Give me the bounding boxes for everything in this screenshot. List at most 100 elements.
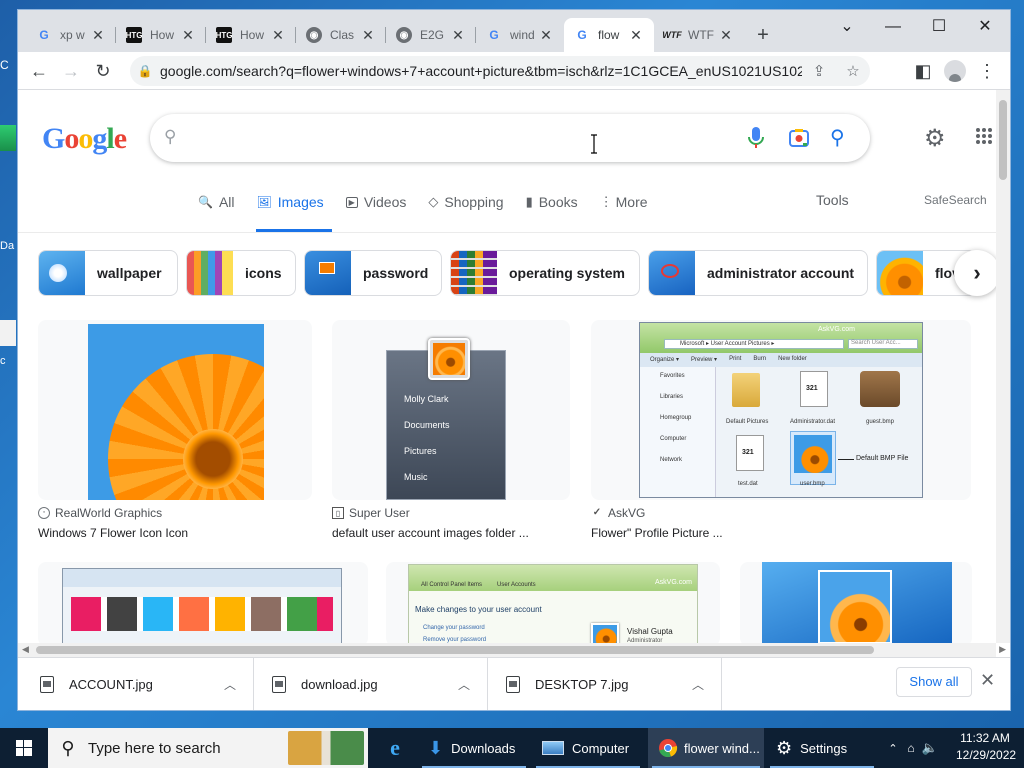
tab-all[interactable]: 🔍 All [198, 190, 235, 214]
maximize-button[interactable]: ☐ [924, 16, 954, 40]
close-downloads-icon[interactable]: ✕ [980, 670, 995, 691]
chevron-up-icon[interactable]: ︿ [692, 676, 704, 693]
tab-close-icon[interactable]: ✕ [180, 27, 196, 44]
tray-chevron-up-icon[interactable]: ⌃ [884, 742, 902, 755]
result-source[interactable]: ▯ Super User [332, 506, 410, 520]
chip-administrator-account[interactable]: administrator account [648, 250, 868, 296]
side-panel-icon[interactable]: ◧ [910, 58, 936, 84]
settings-gear-icon[interactable]: ⚙ [924, 124, 946, 153]
download-item[interactable]: download.jpg ︿ [254, 658, 488, 710]
network-icon[interactable]: ⌂ [902, 741, 920, 755]
chevron-up-icon[interactable]: ︿ [224, 676, 236, 693]
tab-books[interactable]: ▮ Books [526, 190, 578, 214]
tab-images[interactable]: 🖼 Images [257, 190, 324, 214]
tab-close-icon[interactable]: ✕ [90, 27, 106, 44]
volume-icon[interactable]: 🔈 [920, 740, 940, 756]
microphone-icon[interactable] [746, 126, 766, 150]
show-all-button[interactable]: Show all [896, 667, 972, 697]
tab-close-icon[interactable]: ✕ [450, 27, 466, 44]
image-result[interactable] [38, 562, 368, 643]
chrome-window: G xp w ✕ HTG How ✕ HTG How ✕ ◉ Clas ✕ ◉ … [18, 10, 1010, 710]
result-title[interactable]: Windows 7 Flower Icon Icon [38, 526, 188, 540]
minimize-button[interactable]: — [878, 16, 908, 40]
desktop-icon-fragment[interactable]: Da [0, 240, 18, 266]
start-button[interactable] [0, 728, 48, 768]
back-button[interactable]: ← [26, 58, 52, 84]
google-apps-icon[interactable] [976, 128, 992, 144]
chip-operating-system[interactable]: operating system [450, 250, 640, 296]
tab-search-chevron-icon[interactable]: ⌄ [832, 16, 862, 40]
search-submit-icon[interactable]: ⚲ [830, 125, 845, 150]
taskbar-app-computer[interactable]: Computer [532, 728, 644, 768]
browser-tab[interactable]: G wind ✕ [476, 18, 564, 52]
tools-button[interactable]: Tools [816, 192, 849, 208]
tab-videos[interactable]: ▶ Videos [345, 190, 406, 214]
taskbar-search-box[interactable]: ⚲ Type here to search [48, 728, 368, 768]
scroll-thumb[interactable] [36, 646, 874, 654]
browser-tab-active[interactable]: G flow ✕ [564, 18, 654, 52]
desktop-icon-fragment[interactable]: c [0, 355, 18, 381]
desktop-icon-fragment[interactable]: C [0, 58, 18, 84]
chip-password[interactable]: password [304, 250, 442, 296]
tab-close-icon[interactable]: ✕ [628, 27, 644, 44]
image-result[interactable]: AskVG.com Microsoft ▸ User Account Pictu… [591, 320, 971, 500]
result-title[interactable]: Flower" Profile Picture ... [591, 526, 723, 540]
google-lens-camera-icon[interactable] [788, 127, 810, 149]
image-result[interactable] [740, 562, 972, 643]
explorer-search-placeholder: Search User Acc... [851, 340, 901, 346]
result-source[interactable]: ✓ AskVG [591, 506, 646, 520]
close-window-button[interactable]: ✕ [970, 16, 1000, 40]
scroll-right-arrow-icon[interactable]: ▶ [999, 644, 1006, 655]
browser-tab[interactable]: WTF WTF ✕ [654, 18, 744, 52]
browser-tab[interactable]: ◉ E2G ✕ [386, 18, 476, 52]
address-bar[interactable]: 🔒 google.com/search?q=flower+windows+7+a… [130, 56, 870, 86]
reload-button[interactable]: ↻ [90, 58, 116, 84]
scroll-left-arrow-icon[interactable]: ◀ [22, 644, 29, 655]
search-input[interactable] [194, 124, 724, 152]
result-source[interactable]: ◦ RealWorld Graphics [38, 506, 162, 520]
explorer-file-label: user.bmp [800, 481, 825, 487]
vertical-scrollbar[interactable] [996, 90, 1010, 643]
result-title[interactable]: default user account images folder ... [332, 526, 529, 540]
url-text[interactable]: google.com/search?q=flower+windows+7+acc… [160, 63, 802, 79]
browser-tab[interactable]: HTG How ✕ [116, 18, 206, 52]
forward-button[interactable]: → [58, 58, 84, 84]
image-result[interactable] [38, 320, 312, 500]
browser-tab[interactable]: G xp w ✕ [26, 18, 116, 52]
image-result[interactable]: AskVG.com All Control Panel Items User A… [386, 562, 720, 643]
chrome-menu-icon[interactable]: ⋮ [974, 58, 1000, 84]
taskbar-app-chrome[interactable]: flower wind... [648, 728, 764, 768]
chip-icons[interactable]: icons [186, 250, 296, 296]
download-item[interactable]: DESKTOP 7.jpg ︿ [488, 658, 722, 710]
image-result[interactable]: Molly Clark Documents Pictures Music [332, 320, 570, 500]
bookmark-star-icon[interactable]: ☆ [836, 62, 870, 80]
tab-label: All [218, 194, 235, 210]
horizontal-scrollbar[interactable]: ◀ ▶ [18, 643, 1006, 657]
tab-shopping[interactable]: ◇ Shopping [428, 190, 503, 214]
browser-tab[interactable]: HTG How ✕ [206, 18, 296, 52]
scroll-thumb[interactable] [999, 100, 1007, 180]
browser-tab[interactable]: ◉ Clas ✕ [296, 18, 386, 52]
new-tab-button[interactable]: + [751, 24, 775, 48]
desktop-icon-fragment[interactable] [0, 125, 16, 151]
tab-close-icon[interactable]: ✕ [360, 27, 376, 44]
google-logo[interactable]: Google [42, 122, 127, 156]
tab-more[interactable]: ⋮ More [600, 190, 648, 214]
chip-wallpaper[interactable]: wallpaper [38, 250, 178, 296]
search-box[interactable]: ⚲ ⚲ [150, 114, 870, 162]
safesearch-label[interactable]: SafeSearch [924, 193, 987, 207]
lock-icon[interactable]: 🔒 [130, 64, 160, 78]
tab-close-icon[interactable]: ✕ [270, 27, 286, 44]
tab-close-icon[interactable]: ✕ [538, 27, 554, 44]
profile-avatar[interactable] [942, 58, 968, 84]
system-clock[interactable]: 11:32 AM 12/29/2022 [956, 730, 1016, 764]
chips-next-arrow-icon[interactable]: › [954, 250, 1000, 296]
chevron-up-icon[interactable]: ︿ [458, 676, 470, 693]
taskbar-app-settings[interactable]: ⚙ Settings [766, 728, 878, 768]
taskbar-app-downloads[interactable]: ⬇ Downloads [418, 728, 530, 768]
desktop-icon-fragment[interactable] [0, 320, 16, 346]
download-item[interactable]: ACCOUNT.jpg ︿ [18, 658, 254, 710]
share-icon[interactable]: ⇪ [802, 62, 836, 80]
taskbar-app-ie[interactable]: e [372, 728, 418, 768]
tab-close-icon[interactable]: ✕ [718, 27, 734, 44]
